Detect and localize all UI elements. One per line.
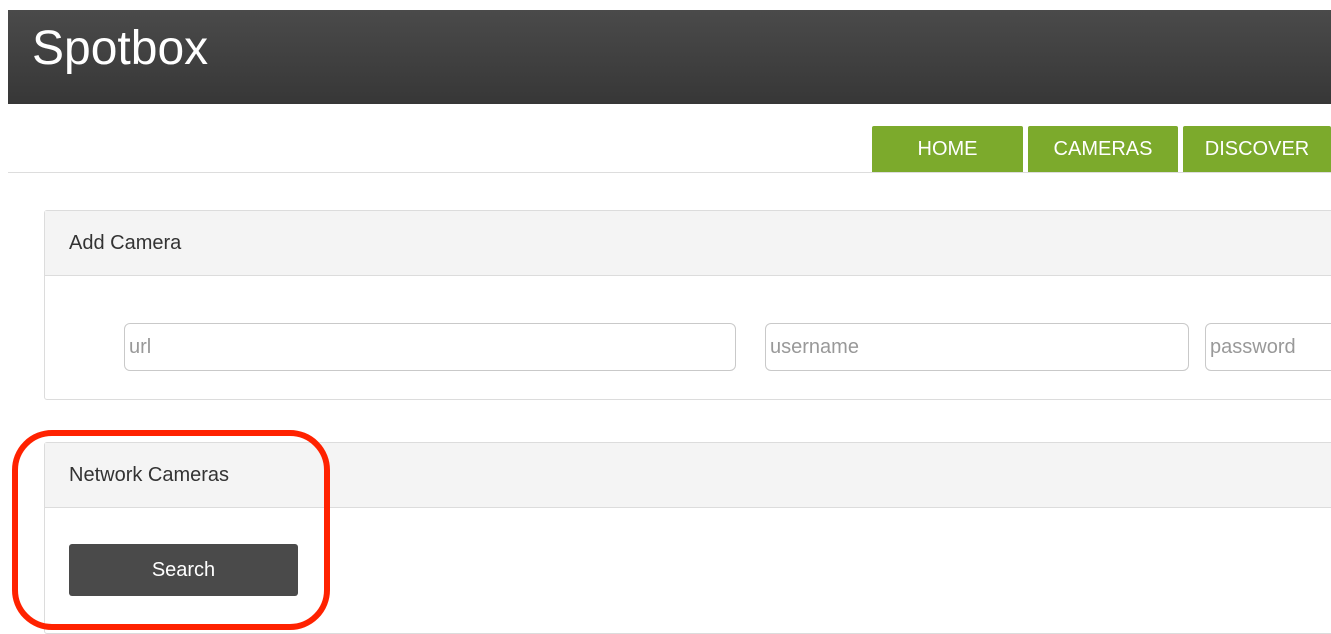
password-input[interactable] xyxy=(1205,323,1331,371)
search-button[interactable]: Search xyxy=(69,544,298,596)
add-camera-heading: Add Camera xyxy=(45,211,1331,276)
app-header: Spotbox xyxy=(8,10,1331,104)
brand-logo: Spotbox xyxy=(32,22,209,75)
tab-cameras[interactable]: CAMERAS xyxy=(1028,126,1178,172)
tab-discover[interactable]: DISCOVER xyxy=(1183,126,1331,172)
nav-divider xyxy=(8,172,1331,173)
network-cameras-panel: Network Cameras Search xyxy=(44,442,1331,634)
add-camera-panel: Add Camera xyxy=(44,210,1331,400)
username-input[interactable] xyxy=(765,323,1189,371)
url-input[interactable] xyxy=(124,323,736,371)
tab-home[interactable]: HOME xyxy=(872,126,1023,172)
network-cameras-heading: Network Cameras xyxy=(45,443,1331,508)
